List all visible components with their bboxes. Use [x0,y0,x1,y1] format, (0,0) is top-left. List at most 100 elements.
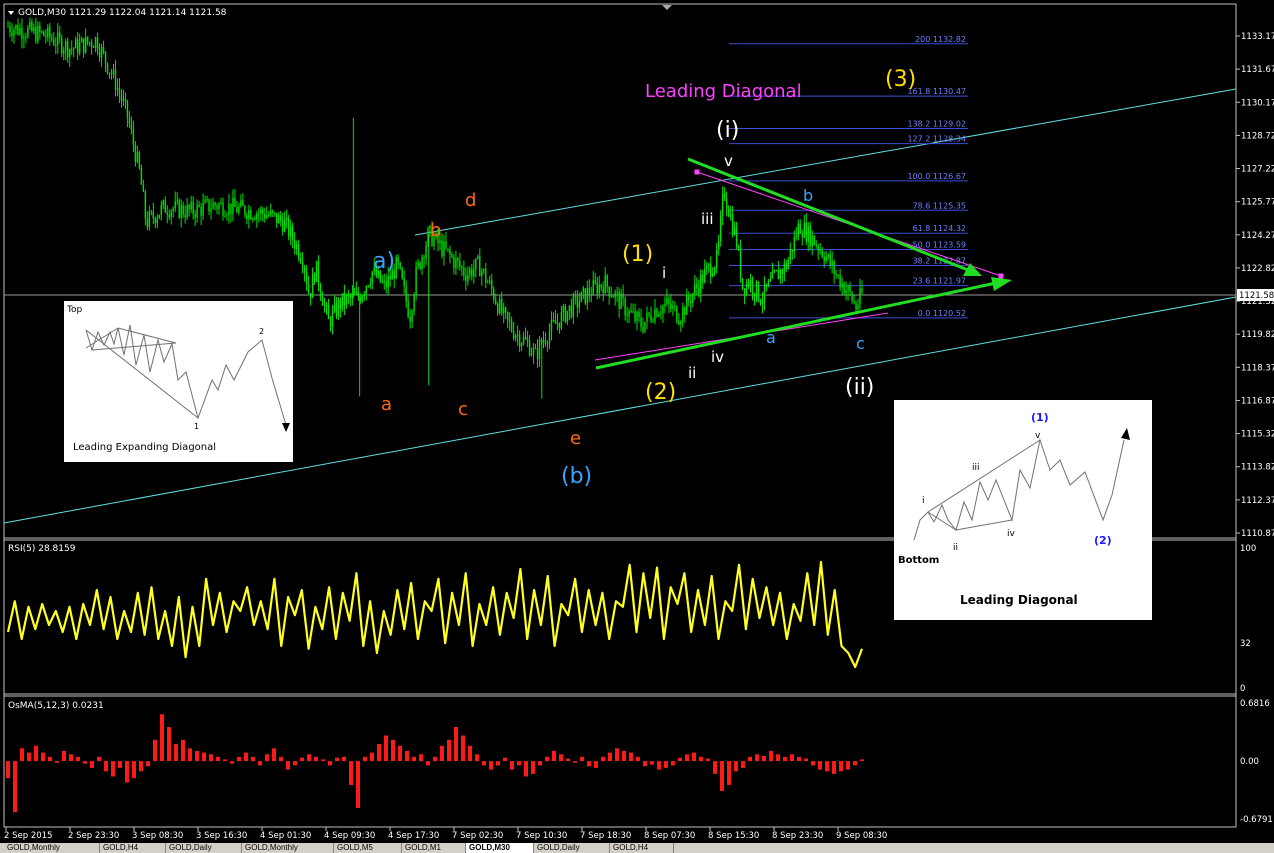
osma-bar [622,750,626,762]
osma-bar [657,761,661,770]
candle-body [190,201,192,210]
candle-body [771,271,774,279]
candle-body [409,317,411,322]
osma-bar [636,756,640,762]
inset-leading-one: (1) [1031,411,1049,424]
candle-body [67,41,69,57]
candle-body [140,167,143,185]
label-iii: iii [701,210,714,228]
candle-body [289,226,292,237]
osma-bar [678,757,682,762]
osma-bar [76,756,80,762]
osma-bar [41,752,45,762]
label-wave-a-paren: a) [373,249,395,274]
osma-bar [818,761,822,770]
osma-bar [90,761,94,768]
scroll-marker-icon[interactable] [662,5,672,10]
price-tick-label: 1133.17 [1241,32,1274,42]
candle-body [248,210,250,220]
candle-body [755,281,758,297]
osma-bar [433,756,437,762]
candle-body [853,301,855,304]
candle-body [224,216,226,218]
candle-body [777,270,780,280]
trend-arrowhead-lower [991,277,1012,291]
candle-body [395,257,397,279]
menu-triangle-icon[interactable] [8,11,14,15]
osma-bar [132,761,136,779]
candle-body [389,275,391,280]
chart-tab[interactable]: GOLD,Monthly [4,843,100,853]
osma-bar [6,761,10,779]
candle-body [467,274,469,282]
candle-body [717,241,720,250]
candle-body [612,296,614,298]
candle-body [723,193,726,199]
svg-text:1121.58: 1121.58 [1239,291,1274,301]
osma-bar [664,761,668,768]
osma-bar [468,745,472,762]
chart-tab[interactable]: GOLD,H4 [100,843,166,853]
inset-leading-title: Leading Diagonal [960,593,1078,607]
candle-body [847,286,849,291]
candle-body [781,269,784,275]
candle-body [688,295,690,301]
inset-expanding-title: Leading Expanding Diagonal [73,442,216,453]
candle-body [295,244,298,249]
candle-body [192,201,194,214]
candle-body [311,274,314,299]
candle-body [477,256,479,259]
candle-body [572,296,575,317]
candle-body [562,306,565,313]
candle-body [154,218,157,224]
candle-body [493,289,495,300]
candle-body [387,275,389,288]
candle-body [694,284,696,294]
candle-body [500,299,503,314]
candle-body [11,32,13,36]
candle-body [753,293,756,297]
candle-body [449,249,451,255]
candle-body [202,202,204,216]
candle-body [839,275,841,288]
time-tick-label: 7 Sep 18:30 [580,831,631,841]
osma-bar [167,727,171,762]
chart-tab[interactable]: GOLD,H4 [610,843,674,853]
candle-body [522,337,525,344]
candle-body [100,47,103,58]
candle-body [704,268,706,283]
candle-body [451,254,453,257]
candle-body [43,31,45,36]
candle-body [479,256,481,277]
osma-bar [510,761,514,770]
candle-body [291,226,294,241]
candle-body [506,312,509,320]
candle-body [130,124,133,130]
chart-tab[interactable]: GOLD,Monthly [242,843,334,853]
candle-body [347,295,350,297]
candle-body [457,258,459,261]
candle-body [735,227,738,247]
candle-body [690,300,692,303]
chart-tab[interactable]: GOLD,Daily [534,843,610,853]
candle-body [9,26,11,33]
candle-body [246,215,248,220]
osma-bar [237,756,241,762]
chart-tab[interactable]: GOLD,M1 [402,843,466,853]
candle-body [114,69,117,90]
chart-tab[interactable]: GOLD,M30 [466,843,534,853]
candle-body [445,241,447,249]
chart-tab[interactable]: GOLD,M5 [334,843,402,853]
time-tick-label: 4 Sep 09:30 [324,831,375,841]
candle-body [855,303,857,310]
rsi-tick-label: 0 [1240,684,1245,694]
chart-tab[interactable]: GOLD,Daily [166,843,242,853]
candle-body [29,21,31,28]
candle-body [19,28,21,35]
candle-body [692,293,694,303]
candle-body [59,32,61,38]
osma-tick-label: 0.6816 [1240,699,1270,709]
candle-body [214,203,216,206]
candle-body [270,210,272,216]
time-tick-label: 4 Sep 17:30 [388,831,439,841]
